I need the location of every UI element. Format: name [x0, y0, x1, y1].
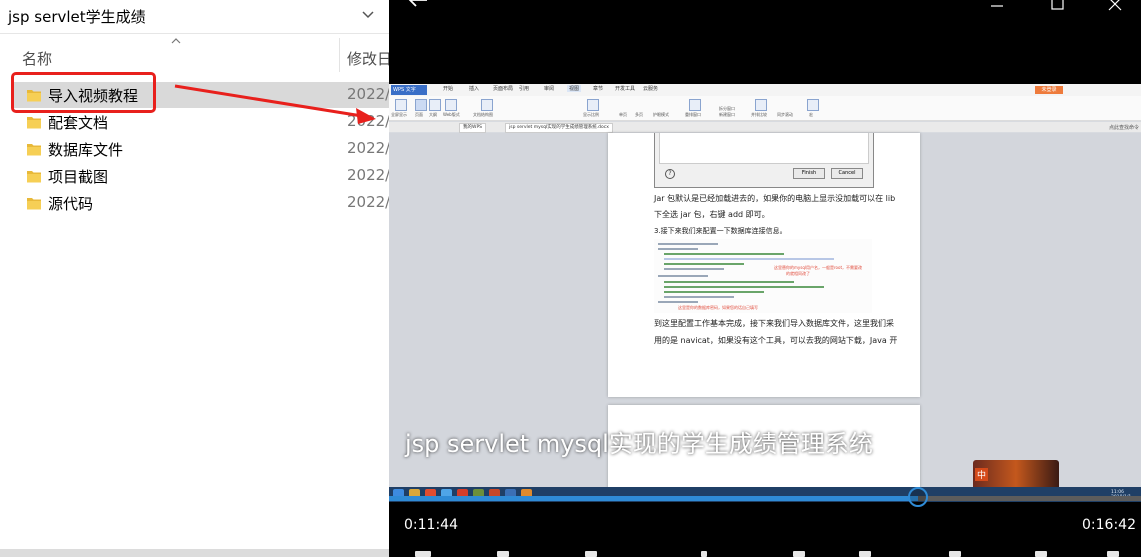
video-player[interactable]: WPS 文字 开始 插入 页面布局 引用 审阅 视图 章节 开发工具 云服务 未… [389, 0, 1141, 557]
seek-bar[interactable] [389, 487, 1141, 507]
wps-tab: 开发工具 [615, 86, 636, 92]
ribbon-label: 文档结构图 [473, 112, 493, 117]
cancel-button: Cancel [831, 168, 863, 179]
file-date: 2022/ [347, 139, 389, 157]
doc-tab: 我的WPS [459, 123, 487, 133]
ribbon-label: 护眼模式 [653, 112, 669, 117]
ribbon-label: 页面 [415, 112, 423, 117]
fullscreen-icon[interactable] [1107, 551, 1119, 557]
back-arrow-icon[interactable] [407, 0, 429, 12]
file-date: 2022/ [347, 193, 389, 211]
list-item[interactable]: 项目截图 2022/ [14, 163, 389, 189]
doc-text: Jar 包默认是已经加载进去的，如果你的电脑上显示没加载可以在 lib [654, 194, 896, 203]
doc-tab-active: jsp servlet mysql实现的学生成绩管理系统.docx [505, 123, 613, 133]
ribbon-label: Web版式 [443, 112, 460, 117]
doc-structure-icon [481, 99, 493, 111]
file-name: 项目截图 [48, 168, 109, 186]
wps-tab: 云服务 [643, 86, 659, 92]
folder-icon [27, 144, 41, 156]
previous-icon[interactable] [585, 551, 597, 557]
annotation-arrow [174, 84, 376, 124]
more-icon[interactable] [1035, 551, 1047, 557]
ribbon-label: 显示比例 [583, 112, 599, 117]
ribbon-label: 并排比较 [751, 112, 767, 117]
minimize-icon[interactable] [977, 0, 1017, 14]
wps-logo: WPS 文字 [391, 85, 427, 95]
code-note: 的就相同改了 [786, 271, 810, 276]
file-name: 数据库文件 [48, 141, 124, 159]
doc-text: 到这里配置工作基本完成，接下来我们导入数据库文件，这里我们采 [654, 319, 894, 328]
doc-text: 3.接下来我们来配置一下数据库连接信息。 [654, 227, 787, 235]
current-time: 0:11:44 [404, 517, 458, 533]
next-icon[interactable] [793, 551, 805, 557]
ribbon-label: 大纲 [429, 112, 437, 117]
compare-icon [755, 99, 767, 111]
explorer-bottom-strip [0, 549, 389, 557]
code-note: 这里是你的数据库密码，如果您的话自己填写 [678, 305, 758, 310]
doc-text: 下全选 jar 包，右键 add 即可。 [654, 210, 770, 219]
skip-forward-icon[interactable] [859, 551, 871, 557]
help-icon: ? [665, 169, 675, 179]
finish-button: Finish [793, 168, 825, 179]
wps-tab: 章节 [593, 86, 604, 92]
document-page: ? Finish Cancel Jar 包默认是已经加载进去的，如果你的电脑上显… [608, 133, 920, 397]
ribbon-label: 同步滚动 [777, 112, 793, 117]
maximize-icon[interactable] [1037, 0, 1077, 14]
seek-bar-progress [389, 496, 918, 501]
video-subtitle: jsp servlet mysql实现的学生成绩管理系统 [405, 430, 873, 458]
skip-back-icon[interactable] [497, 551, 509, 557]
wps-tab: 插入 [469, 86, 480, 92]
wps-tab: 审阅 [544, 86, 555, 92]
ribbon-label: 重排窗口 [685, 112, 701, 117]
command-search: 点此查找命令 [1109, 125, 1140, 131]
outline-icon [429, 99, 441, 111]
ribbon-label: 宏 [809, 112, 813, 117]
ribbon-label: 全屏显示 [391, 112, 407, 117]
ribbon-label: 拆分窗口 [719, 106, 735, 111]
ribbon-label: 单页 [619, 112, 627, 117]
ribbon-label: 新建窗口 [719, 112, 735, 117]
player-controls [389, 548, 1141, 557]
wps-ribbon: 全屏显示 页面 大纲 Web版式 文档结构图 显示比例 单页 多页 护眼模式 重… [389, 96, 1141, 121]
play-pause-icon[interactable] [701, 551, 707, 557]
close-icon[interactable] [1095, 0, 1135, 14]
login-badge: 未登录 [1035, 86, 1063, 94]
ribbon-label: 多页 [635, 112, 643, 117]
wps-tab-bar: WPS 文字 开始 插入 页面布局 引用 审阅 视图 章节 开发工具 云服务 未… [389, 84, 1141, 96]
dialog-screenshot: ? Finish Cancel [654, 133, 874, 188]
list-item[interactable]: 源代码 2022/ [14, 190, 389, 216]
fullscreen-icon [395, 99, 407, 111]
volume-icon[interactable] [415, 551, 431, 557]
seek-bar-thumb[interactable] [908, 487, 928, 507]
page-view-icon [415, 99, 427, 111]
ime-indicator: 中 [975, 468, 989, 481]
cast-icon[interactable] [949, 551, 961, 557]
file-name: 源代码 [48, 195, 94, 213]
macro-icon [807, 99, 819, 111]
total-time: 0:16:42 [1082, 517, 1136, 533]
folder-icon [27, 171, 41, 183]
zoom-icon [587, 99, 599, 111]
document-tabs: 我的WPS jsp servlet mysql实现的学生成绩管理系统.docx [389, 122, 1141, 133]
code-screenshot: 这里替你的mysql用户名，一般是root，不需要改 的就相同改了 这里是你的数… [654, 239, 872, 313]
doc-text: 用的是 navicat，如果没有这个工具，可以去我的网站下载，Java 开 [654, 336, 898, 345]
wps-tab: 开始 [443, 86, 454, 92]
wps-tab: 页面布局 [493, 86, 514, 92]
window-icon [689, 99, 701, 111]
web-view-icon [445, 99, 457, 111]
folder-icon [27, 198, 41, 210]
wps-tab: 引用 [519, 86, 530, 92]
wps-tab: 视图 [567, 85, 582, 92]
file-date: 2022/ [347, 166, 389, 184]
